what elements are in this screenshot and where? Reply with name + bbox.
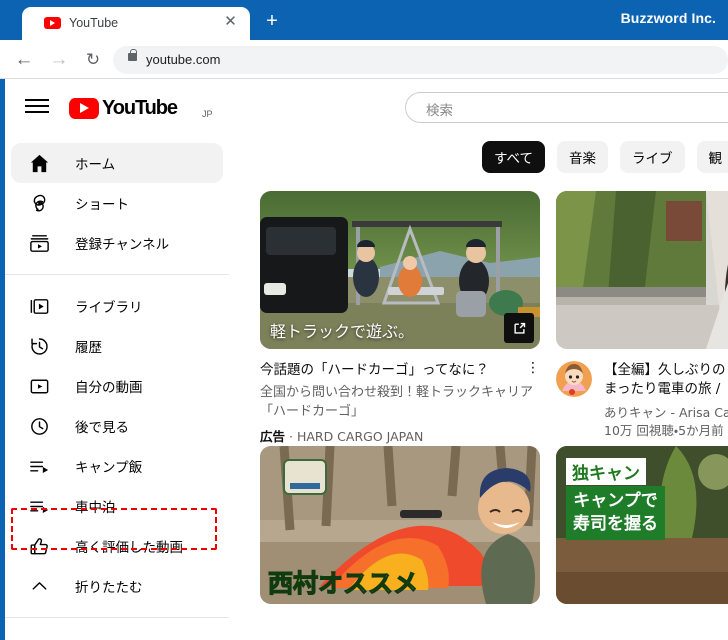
sidebar-item-5[interactable]: キャンプ飯 [11,446,223,486]
close-icon[interactable]: ✕ [222,14,239,31]
browser-window: Buzzword Inc. YouTube ✕ + ← → ↻ youtube.… [0,0,728,640]
search-placeholder: 検索 [426,103,453,118]
youtube-masthead: YouTube JP 検索 [5,79,728,135]
sidebar-item-8[interactable]: 折りたたむ [11,566,223,606]
sidebar-item-label: 履歴 [75,340,102,356]
tab-label: YouTube [69,16,119,30]
sidebar-item-label: ホーム [75,157,116,173]
thumbnail-caption-body: キャンプで 寿司を握る [566,486,665,540]
sidebar-item-7[interactable]: 高く評価した動画 [11,526,223,566]
video-thumbnail[interactable]: 西村オススメ [260,446,540,604]
forward-arrow-icon[interactable]: → [48,49,70,71]
home-icon [27,151,51,175]
lock-icon [128,49,137,61]
search-area: 検索 [405,92,728,123]
sidebar-item-1[interactable]: ライブラリ [11,286,223,326]
video-thumbnail[interactable] [556,191,728,349]
sidebar-item-label: キャンプ飯 [75,460,143,476]
main-content: すべて 音楽 ライブ観 軽トラックで遊ぶ。 今話題の「ハードカーゴ」ってなに？ … [229,135,728,640]
external-link-icon[interactable] [504,313,534,343]
filter-chip-2[interactable]: 音楽 [557,141,609,173]
thumbs-up-icon [27,534,51,558]
sidebar-item-3[interactable]: 登録チャンネル [11,223,223,263]
playlist-icon [27,454,51,478]
filter-chip-3[interactable]: ライブ [620,141,685,173]
youtube-country-code: JP [202,109,213,119]
more-options-icon[interactable]: ⋮ [526,361,540,380]
sidebar-item-3[interactable]: 自分の動画 [11,366,223,406]
sidebar-item-1[interactable]: ホーム [11,143,223,183]
filter-chip-4[interactable]: 観 [696,141,728,173]
sidebar-item-label: 折りたたむ [75,580,143,596]
video-title-row: 今話題の「ハードカーゴ」ってなに？ ⋮ [260,361,540,380]
sidebar-item-4[interactable]: 後で見る [11,406,223,446]
hamburger-menu-icon[interactable] [25,97,49,115]
video-card-solo-camp[interactable]: 独キャン キャンプで 寿司を握る [556,446,728,604]
video-grid-row-1: 軽トラックで遊ぶ。 今話題の「ハードカーゴ」ってなに？ ⋮ 全国から問い合わせ殺… [229,191,728,446]
back-arrow-icon[interactable]: ← [13,49,35,71]
sidebar-item-label: 後で見る [75,420,129,436]
sidebar-item-label: 自分の動画 [75,380,143,396]
thumbnail-image [556,191,728,349]
channel-avatar[interactable] [556,361,592,397]
video-title-line-2: まったり電車の旅 / [604,381,721,397]
sidebar-divider [5,274,229,275]
filter-chip-bar: すべて 音楽 ライブ観 [229,141,728,173]
window-title: Buzzword Inc. [620,10,716,26]
video-description: 全国から問い合わせ殺到！軽トラックキャリア「ハードカーゴ」 [260,385,534,419]
sidebar-item-2[interactable]: ショート [11,183,223,223]
shorts-icon [27,191,51,215]
playlist-icon [27,494,51,518]
reload-icon[interactable]: ↻ [82,49,104,71]
video-card-tent[interactable]: 西村オススメ [260,446,540,604]
address-bar-url: youtube.com [146,52,221,67]
video-ad-byline: 広告 · HARD CARGO JAPAN [260,428,540,446]
video-meta: 【全編】久しぶりの まったり電車の旅 / ありキャン - Arisa Cam 1… [556,349,728,440]
sidebar-group-primary: ホームショート登録チャンネル [5,143,229,263]
youtube-favicon-icon [44,17,61,29]
thumbnail-caption-top: 独キャン [566,458,646,485]
watch-later-icon [27,414,51,438]
your-videos-icon [27,374,51,398]
avatar-image [556,361,592,397]
sidebar-group-library: ライブラリ履歴自分の動画後で見るキャンプ飯車中泊高く評価した動画 折りたたむ [5,286,229,606]
video-meta: 今話題の「ハードカーゴ」ってなに？ ⋮ 全国から問い合わせ殺到！軽トラックキャリ… [260,349,540,446]
video-thumbnail[interactable]: 軽トラックで遊ぶ。 [260,191,540,349]
video-grid-row-2: 西村オススメ 独キャン キャンプで 寿司を握る [229,446,728,604]
video-card-ad[interactable]: 軽トラックで遊ぶ。 今話題の「ハードカーゴ」ってなに？ ⋮ 全国から問い合わせ殺… [260,191,540,446]
video-title: 今話題の「ハードカーゴ」ってなに？ [260,362,489,378]
ad-label: 広告 [260,429,286,444]
sidebar-item-label: ライブラリ [75,300,143,316]
sidebar-divider-bottom [5,617,229,618]
subscriptions-icon [27,231,51,255]
filter-chip-1[interactable]: すべて [482,141,546,173]
sidebar-item-label: 高く評価した動画 [75,540,183,556]
caption-line-1: キャンプで [573,491,658,511]
chevron-up-icon [27,574,51,598]
thumbnail-caption: 軽トラックで遊ぶ。 [270,322,415,341]
sidebar: ホームショート登録チャンネル ライブラリ履歴自分の動画後で見るキャンプ飯車中泊高… [5,135,229,640]
video-title-line-1: 【全編】久しぶりの [604,362,726,378]
channel-name[interactable]: ありキャン - Arisa Cam [604,404,728,422]
youtube-page: YouTube JP 検索 ホームショート登録チャンネル ライブラリ履歴自分の動… [5,79,728,640]
youtube-play-icon [69,98,99,119]
sidebar-item-2[interactable]: 履歴 [11,326,223,366]
new-tab-button[interactable]: + [262,11,282,32]
thumbnail-caption: 西村オススメ [267,568,419,598]
advertiser-name: HARD CARGO JAPAN [296,429,424,444]
video-stats: 10万 回視聴・5か月前 [604,423,724,438]
sidebar-item-label: 登録チャンネル [75,237,170,253]
caption-line-2: 寿司を握る [573,514,658,534]
search-input[interactable] [405,92,728,123]
sidebar-item-label: 車中泊 [75,500,116,516]
sidebar-item-6[interactable]: 車中泊 [11,486,223,526]
video-card-train-trip[interactable]: 【全編】久しぶりの まったり電車の旅 / ありキャン - Arisa Cam 1… [556,191,728,446]
sidebar-item-label: ショート [75,197,129,213]
video-thumbnail[interactable]: 独キャン キャンプで 寿司を握る [556,446,728,604]
ad-separator: · [285,429,297,444]
library-icon [27,294,51,318]
youtube-logo-text: YouTube [102,97,178,119]
history-icon [27,334,51,358]
